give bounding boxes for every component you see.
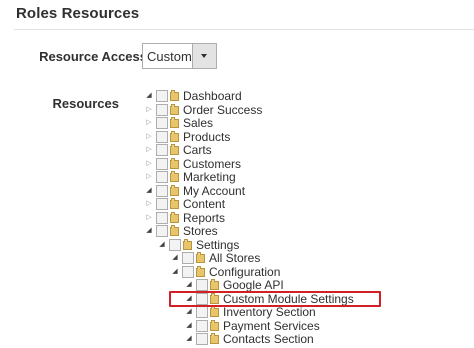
collapse-icon[interactable] — [145, 159, 153, 169]
expand-icon[interactable] — [171, 267, 179, 277]
checkbox[interactable] — [196, 333, 208, 345]
checkbox[interactable] — [169, 239, 181, 251]
collapse-icon[interactable] — [145, 213, 153, 223]
tree-node-label: Sales — [183, 116, 214, 130]
expand-icon[interactable] — [145, 226, 153, 236]
tree-node-label: Content — [183, 197, 226, 211]
folder-icon — [170, 104, 180, 115]
tree-node-label: Marketing — [183, 170, 236, 184]
tree-node-label: Google API — [223, 278, 284, 292]
folder-icon — [170, 225, 180, 236]
tree-node-label: Stores — [183, 224, 218, 238]
folder-icon — [210, 333, 220, 344]
checkbox[interactable] — [182, 252, 194, 264]
resource-access-select[interactable]: Custom — [142, 43, 217, 69]
folder-icon — [170, 185, 180, 196]
tree-node-label: Settings — [196, 238, 240, 252]
section-title: Roles Resources — [16, 5, 140, 22]
tree-node-label: Customers — [183, 157, 242, 171]
chevron-down-icon — [201, 54, 207, 58]
folder-icon — [170, 144, 180, 155]
expand-icon[interactable] — [185, 334, 193, 344]
folder-icon — [210, 320, 220, 331]
folder-icon — [170, 90, 180, 101]
resources-label: Resources — [52, 96, 119, 111]
tree-node-label: Carts — [183, 143, 212, 157]
folder-icon — [210, 306, 220, 317]
dropdown-button[interactable] — [192, 44, 216, 68]
tree-node-label: Products — [183, 130, 231, 144]
folder-icon — [196, 252, 206, 263]
expand-icon[interactable] — [185, 307, 193, 317]
expand-icon[interactable] — [145, 186, 153, 196]
expand-icon[interactable] — [185, 321, 193, 331]
folder-icon — [170, 117, 180, 128]
expand-icon[interactable] — [158, 240, 166, 250]
collapse-icon[interactable] — [145, 132, 153, 142]
tree-node-label: Payment Services — [223, 319, 320, 333]
checkbox[interactable] — [156, 144, 168, 156]
collapse-icon[interactable] — [145, 145, 153, 155]
highlight-box — [169, 291, 381, 307]
expand-icon[interactable] — [185, 280, 193, 290]
folder-icon — [183, 239, 193, 250]
folder-icon — [170, 171, 180, 182]
resource-access-value: Custom — [147, 49, 192, 64]
checkbox[interactable] — [182, 266, 194, 278]
checkbox[interactable] — [156, 185, 168, 197]
checkbox[interactable] — [196, 279, 208, 291]
collapse-icon[interactable] — [145, 105, 153, 115]
checkbox[interactable] — [156, 158, 168, 170]
checkbox[interactable] — [156, 212, 168, 224]
checkbox[interactable] — [156, 90, 168, 102]
collapse-icon[interactable] — [145, 199, 153, 209]
collapse-icon[interactable] — [145, 172, 153, 182]
expand-icon[interactable] — [171, 253, 179, 263]
tree-node-label: Dashboard — [183, 89, 242, 103]
checkbox[interactable] — [156, 198, 168, 210]
tree-node-label: Order Success — [183, 103, 263, 117]
checkbox[interactable] — [156, 104, 168, 116]
folder-icon — [170, 158, 180, 169]
folder-icon — [170, 131, 180, 142]
title-divider — [14, 29, 474, 30]
tree-node-label: Reports — [183, 211, 226, 225]
checkbox[interactable] — [156, 117, 168, 129]
checkbox[interactable] — [156, 225, 168, 237]
expand-icon[interactable] — [145, 91, 153, 101]
checkbox[interactable] — [156, 171, 168, 183]
tree-node-label: Contacts Section — [223, 332, 314, 346]
tree-node-label: Configuration — [209, 265, 281, 279]
folder-icon — [196, 266, 206, 277]
tree-node-label: All Stores — [209, 251, 261, 265]
folder-icon — [170, 198, 180, 209]
collapse-icon[interactable] — [145, 118, 153, 128]
tree-node-label: My Account — [183, 184, 246, 198]
checkbox[interactable] — [156, 131, 168, 143]
folder-icon — [170, 212, 180, 223]
checkbox[interactable] — [196, 306, 208, 318]
tree-node-label: Inventory Section — [223, 305, 316, 319]
checkbox[interactable] — [196, 320, 208, 332]
folder-icon — [210, 279, 220, 290]
resource-access-label: Resource Access — [39, 49, 147, 64]
